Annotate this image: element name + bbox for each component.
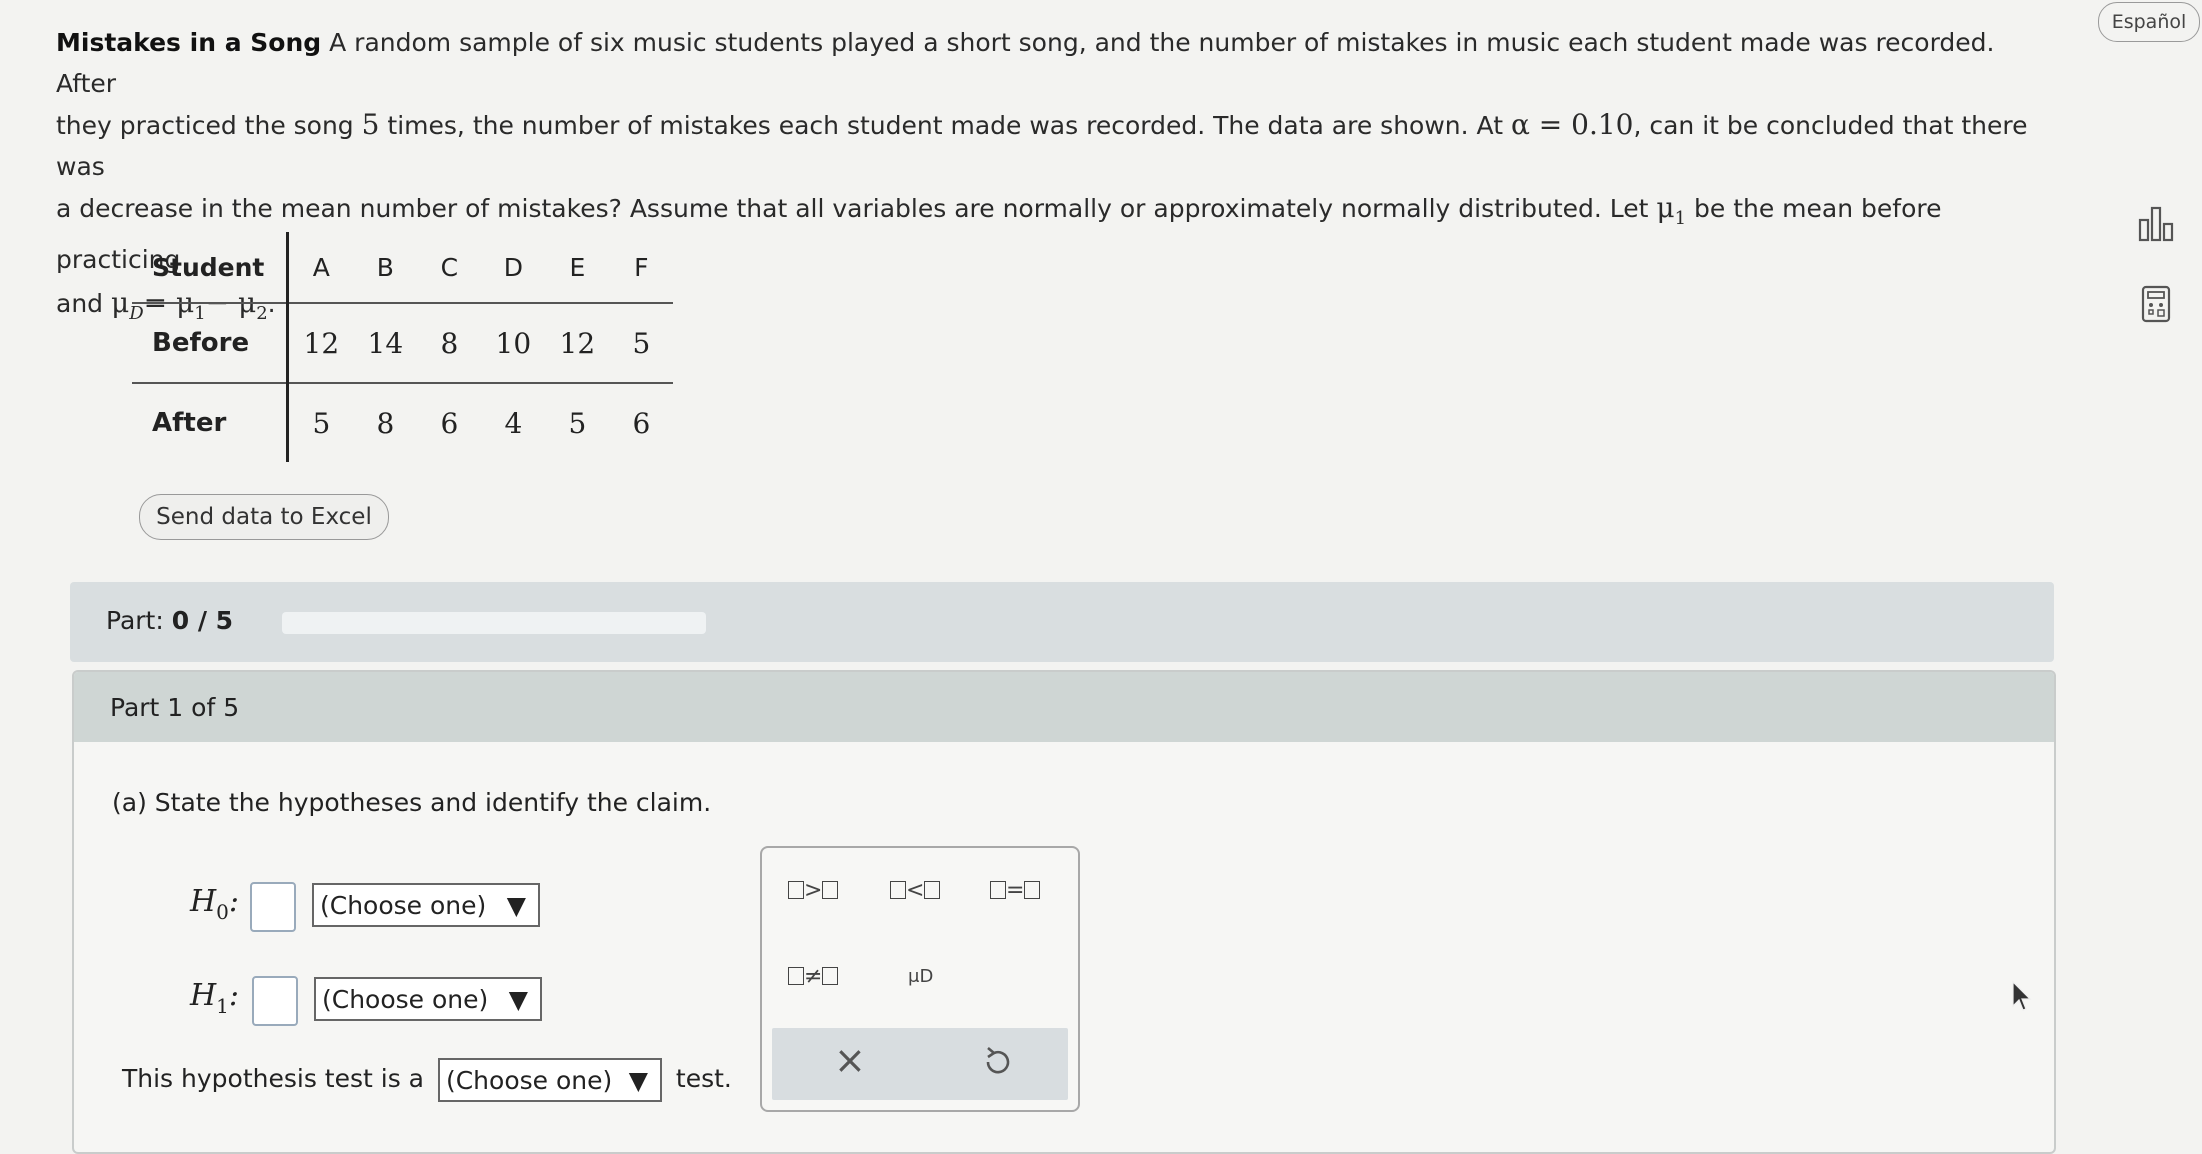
not-equal-template[interactable]: ≠ (788, 964, 839, 989)
problem-title: Mistakes in a Song (56, 28, 322, 57)
h0-input-box[interactable] (250, 882, 296, 932)
after-cell: 5 (568, 406, 587, 440)
h1-choose-select[interactable]: (Choose one) ▼ (314, 977, 542, 1021)
problem-line-2a: they practiced the song (56, 111, 362, 140)
after-cell: 4 (504, 406, 523, 440)
after-cell: 6 (632, 406, 651, 440)
greater-than-template[interactable]: > (788, 878, 839, 903)
part-progress-bar: Part: 0 / 5 (70, 582, 2054, 662)
after-cell: 6 (440, 406, 459, 440)
progress-track (282, 612, 706, 634)
problem-line-3a: a decrease in the mean number of mistake… (56, 194, 1657, 223)
before-cell: 12 (545, 303, 610, 384)
h0-choose-select[interactable]: (Choose one) ▼ (312, 883, 540, 927)
row-label-student: Student (132, 232, 290, 304)
language-button[interactable]: Español (2098, 2, 2200, 42)
after-cell: 8 (376, 406, 395, 440)
calculator-icon[interactable] (2138, 284, 2174, 324)
test-type-line: This hypothesis test is a (Choose one) ▼ … (122, 1058, 732, 1102)
after-cell: 5 (312, 406, 331, 440)
part-progress-text: 0 / 5 (171, 606, 234, 635)
student-cell: E (545, 232, 610, 304)
equals-template[interactable]: = (990, 878, 1041, 903)
problem-line-1: A random sample of six music students pl… (56, 28, 1995, 98)
undo-icon[interactable] (980, 1042, 1014, 1082)
data-table: Student A B C D E F Before 12 14 8 10 12… (132, 232, 674, 462)
palette-footer: × (772, 1028, 1068, 1100)
part-label-text: Part: (106, 606, 164, 635)
mu-d-symbol-button[interactable]: μD (908, 966, 933, 987)
before-cell: 14 (353, 303, 418, 384)
practice-times: 5 (361, 108, 380, 141)
question-text: (a) State the hypotheses and identify th… (112, 788, 712, 817)
panel-header: Part 1 of 5 (74, 672, 2054, 742)
dropdown-arrow-icon: ▼ (628, 1066, 648, 1095)
less-than-template[interactable]: < (890, 878, 941, 903)
student-cell: A (287, 232, 354, 304)
part-label: Part: 0 / 5 (106, 606, 233, 635)
student-cell: B (353, 232, 418, 304)
mu1-symbol: μ (1656, 191, 1675, 224)
dropdown-arrow-icon: ▼ (506, 891, 526, 920)
before-cell: 5 (609, 303, 674, 384)
test-prefix: This hypothesis test is a (122, 1064, 425, 1093)
before-cell: 8 (417, 303, 482, 384)
h1-input-box[interactable] (252, 976, 298, 1026)
test-suffix: test. (675, 1064, 732, 1093)
mouse-cursor-icon (2012, 980, 2032, 1011)
row-label-before: Before (132, 303, 290, 384)
dropdown-arrow-icon: ▼ (508, 985, 528, 1014)
h0-label: H0: (190, 884, 240, 924)
problem-line-2b: times, the number of mistakes each stude… (379, 111, 1511, 140)
student-cell: D (481, 232, 546, 304)
bar-chart-icon[interactable] (2138, 204, 2174, 244)
send-to-excel-button[interactable]: Send data to Excel (139, 494, 389, 540)
student-cell: F (609, 232, 674, 304)
problem-line-4a: and (56, 289, 111, 318)
h1-label: H1: (190, 978, 240, 1018)
row-label-after: After (132, 383, 290, 462)
symbol-palette: > < = ≠ μD × (760, 846, 1080, 1112)
clear-icon[interactable]: × (834, 1038, 866, 1082)
alpha-value: α = 0.10 (1510, 108, 1634, 141)
student-cell: C (417, 232, 482, 304)
before-cell: 12 (287, 303, 354, 384)
mud-symbol: μ (110, 286, 130, 319)
test-type-select[interactable]: (Choose one) ▼ (437, 1058, 662, 1102)
before-cell: 10 (481, 303, 546, 384)
